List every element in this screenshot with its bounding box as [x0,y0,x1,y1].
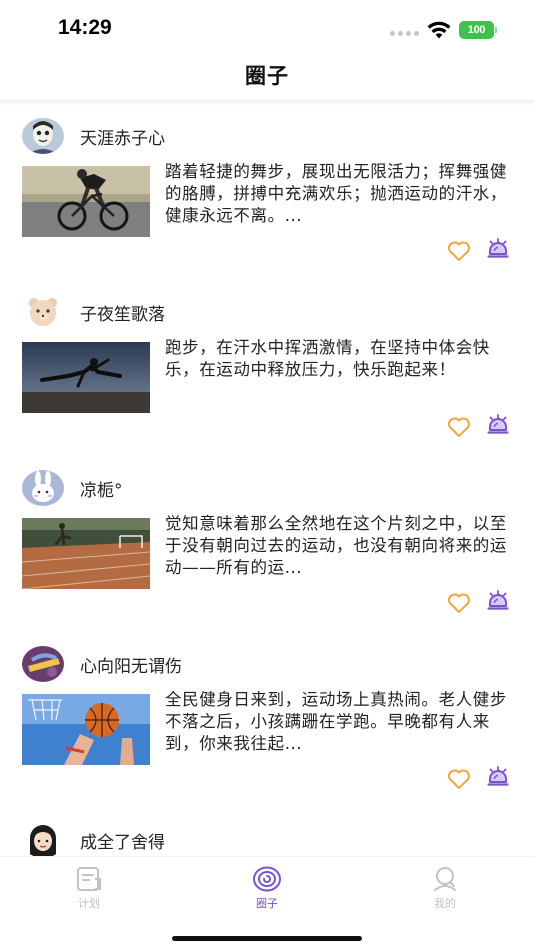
girl-avatar[interactable] [22,822,64,856]
plan-icon [77,867,101,891]
profile-icon [434,867,456,891]
post-item[interactable]: 成全了舍得 [0,808,534,856]
heart-icon[interactable] [447,416,471,438]
post-header: 天涯赤子心 [22,118,165,154]
status-bar: 14:29 100 [0,0,534,56]
tab-plan[interactable]: 计划 [54,865,124,911]
post-content[interactable]: 全民健身日来到，运动场上真热闹。老人健步不落之后，小孩蹒跚在学跑。早晚都有人来到… [165,689,515,755]
comment-icon[interactable] [486,413,510,437]
heart-icon[interactable] [447,592,471,614]
post-item[interactable]: 天涯赤子心 踏着轻捷的舞步，展现出无限活力；挥舞强健的胳膊，拼搏中充满欢乐；抛洒… [0,104,534,280]
post-header: 子夜笙歌落 [22,294,165,330]
track-runner-photo[interactable] [22,518,150,589]
post-username[interactable]: 子夜笙歌落 [80,300,165,325]
cyclist-photo[interactable] [22,166,150,237]
post-content[interactable]: 跑步，在汗水中挥洒激情，在坚持中体会快乐，在运动中释放压力，快乐跑起来！ [165,337,515,403]
post-item[interactable]: 凉栀° 觉知意味着那么全然地在这个片刻之中，以至于没有朝向过去的运动，也没有朝向… [0,456,534,632]
tab-label: 圈子 [256,897,278,910]
post-header: 凉栀° [22,470,123,506]
tab-profile[interactable]: 我的 [410,865,480,911]
page-title: 圈子 [245,64,289,88]
post-item[interactable]: 心向阳无谓伤 全民健身日来到，运动场上真热闹。老人健步不落之后，小孩蹒跚在学跑。… [0,632,534,808]
post-content[interactable]: 踏着轻捷的舞步，展现出无限活力；挥舞强健的胳膊，拼搏中充满欢乐；抛洒运动的汗水，… [165,161,515,227]
circle-icon [253,866,281,892]
home-indicator[interactable] [172,936,362,941]
heart-icon[interactable] [447,768,471,790]
post-item[interactable]: 子夜笙歌落 跑步，在汗水中挥洒激情，在坚持中体会快乐，在运动中释放压力，快乐跑起… [0,280,534,456]
purple-hat-avatar[interactable] [22,646,64,682]
comment-icon[interactable] [486,237,510,261]
comment-icon[interactable] [486,765,510,789]
tab-label: 我的 [434,897,456,910]
cartoon-face-avatar[interactable] [22,118,64,154]
battery-icon: 100 [459,21,497,39]
bunny-avatar[interactable] [22,470,64,506]
post-content[interactable]: 觉知意味着那么全然地在这个片刻之中，以至于没有朝向过去的运动，也没有朝向将来的运… [165,513,515,579]
tab-label: 计划 [78,897,100,910]
battery-level: 100 [459,21,494,39]
post-username[interactable]: 成全了舍得 [80,828,165,853]
post-username[interactable]: 凉栀° [80,476,123,501]
comment-icon[interactable] [486,589,510,613]
nav-bar: 圈子 [0,56,534,102]
wifi-icon [427,21,451,39]
post-feed[interactable]: 天涯赤子心 踏着轻捷的舞步，展现出无限活力；挥舞强健的胳膊，拼搏中充满欢乐；抛洒… [0,104,534,856]
post-header: 成全了舍得 [22,822,165,856]
status-time: 14:29 [58,16,112,39]
cellular-signal-icon [390,31,419,36]
tab-circle[interactable]: 圈子 [232,865,302,911]
leaping-runner-photo[interactable] [22,342,150,413]
post-username[interactable]: 天涯赤子心 [80,124,165,149]
post-header: 心向阳无谓伤 [22,646,182,682]
post-username[interactable]: 心向阳无谓伤 [80,652,182,677]
basketball-photo[interactable] [22,694,150,765]
heart-icon[interactable] [447,240,471,262]
plush-bear-avatar[interactable] [22,294,64,330]
